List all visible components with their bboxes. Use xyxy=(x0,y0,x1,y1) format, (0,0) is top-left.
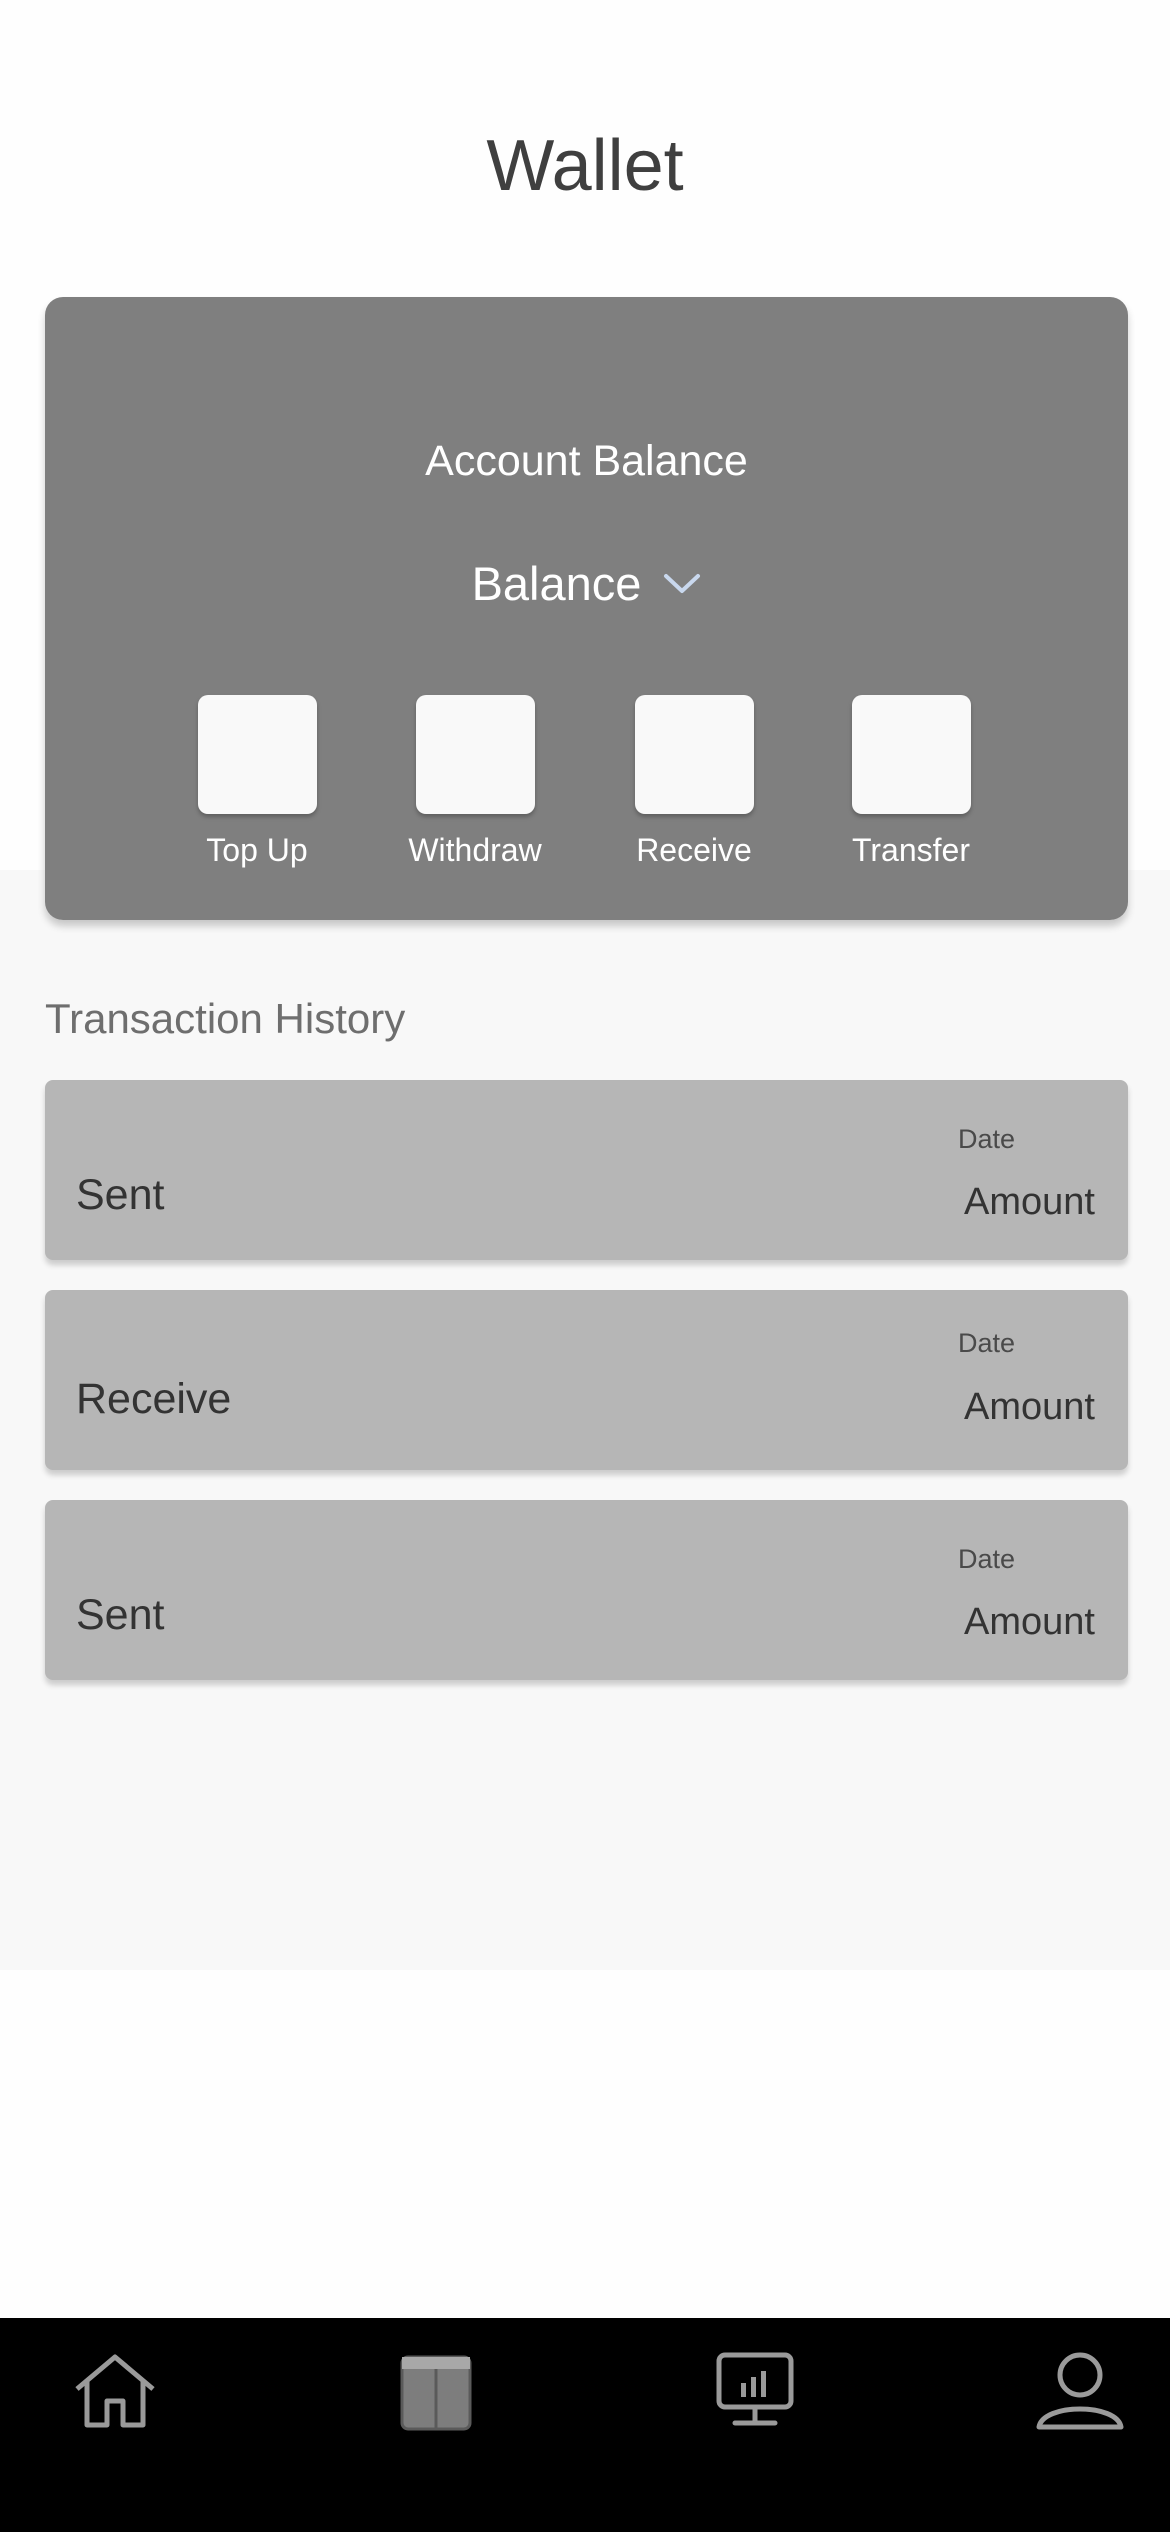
balance-dropdown-label: Balance xyxy=(471,557,642,610)
page-title: Wallet xyxy=(486,126,684,206)
transaction-amount: Amount xyxy=(964,1181,1095,1223)
receive-tile[interactable] xyxy=(634,695,754,814)
top-up-button[interactable]: Top Up xyxy=(167,695,347,866)
bottom-nav xyxy=(0,2318,1170,2532)
account-balance-heading: Account Balance xyxy=(425,437,748,485)
transaction-type: Sent xyxy=(76,1171,165,1219)
transfer-tile[interactable] xyxy=(851,695,971,814)
transaction-amount: Amount xyxy=(964,1601,1095,1643)
transaction-row[interactable]: Sent Date Amount xyxy=(45,1080,1128,1260)
transaction-history-title: Transaction History xyxy=(45,995,406,1042)
wallet-icon xyxy=(400,2355,472,2431)
transaction-row[interactable]: Receive Date Amount xyxy=(45,1290,1128,1470)
transaction-amount: Amount xyxy=(964,1386,1095,1428)
transaction-type: Receive xyxy=(76,1375,232,1423)
receive-button[interactable]: Receive xyxy=(604,695,784,866)
balance-card: Account Balance Balance Top Up Withdraw … xyxy=(45,297,1128,920)
nav-wallet[interactable] xyxy=(391,2346,481,2436)
home-icon xyxy=(75,2354,155,2428)
transfer-button[interactable]: Transfer xyxy=(821,695,1001,866)
analytics-monitor-icon xyxy=(716,2352,794,2426)
nav-profile[interactable] xyxy=(1035,2346,1125,2436)
withdraw-label: Withdraw xyxy=(408,832,542,868)
transaction-date: Date xyxy=(957,1544,1015,1574)
transfer-label: Transfer xyxy=(852,832,970,868)
nav-home[interactable] xyxy=(70,2346,160,2436)
nav-analytics[interactable] xyxy=(710,2346,800,2436)
transaction-type: Sent xyxy=(76,1591,165,1639)
transaction-row[interactable]: Sent Date Amount xyxy=(45,1500,1128,1680)
profile-icon xyxy=(1036,2352,1124,2430)
chevron-down-icon xyxy=(664,573,701,593)
withdraw-button[interactable]: Withdraw xyxy=(385,695,565,866)
quick-actions: Top Up Withdraw Receive Transfer xyxy=(45,695,1128,875)
withdraw-tile[interactable] xyxy=(415,695,535,814)
balance-dropdown[interactable]: Balance xyxy=(45,560,1128,607)
top-up-label: Top Up xyxy=(206,832,308,868)
receive-label: Receive xyxy=(636,832,752,868)
transaction-date: Date xyxy=(957,1328,1015,1358)
top-up-tile[interactable] xyxy=(197,695,317,814)
transaction-date: Date xyxy=(957,1124,1015,1154)
